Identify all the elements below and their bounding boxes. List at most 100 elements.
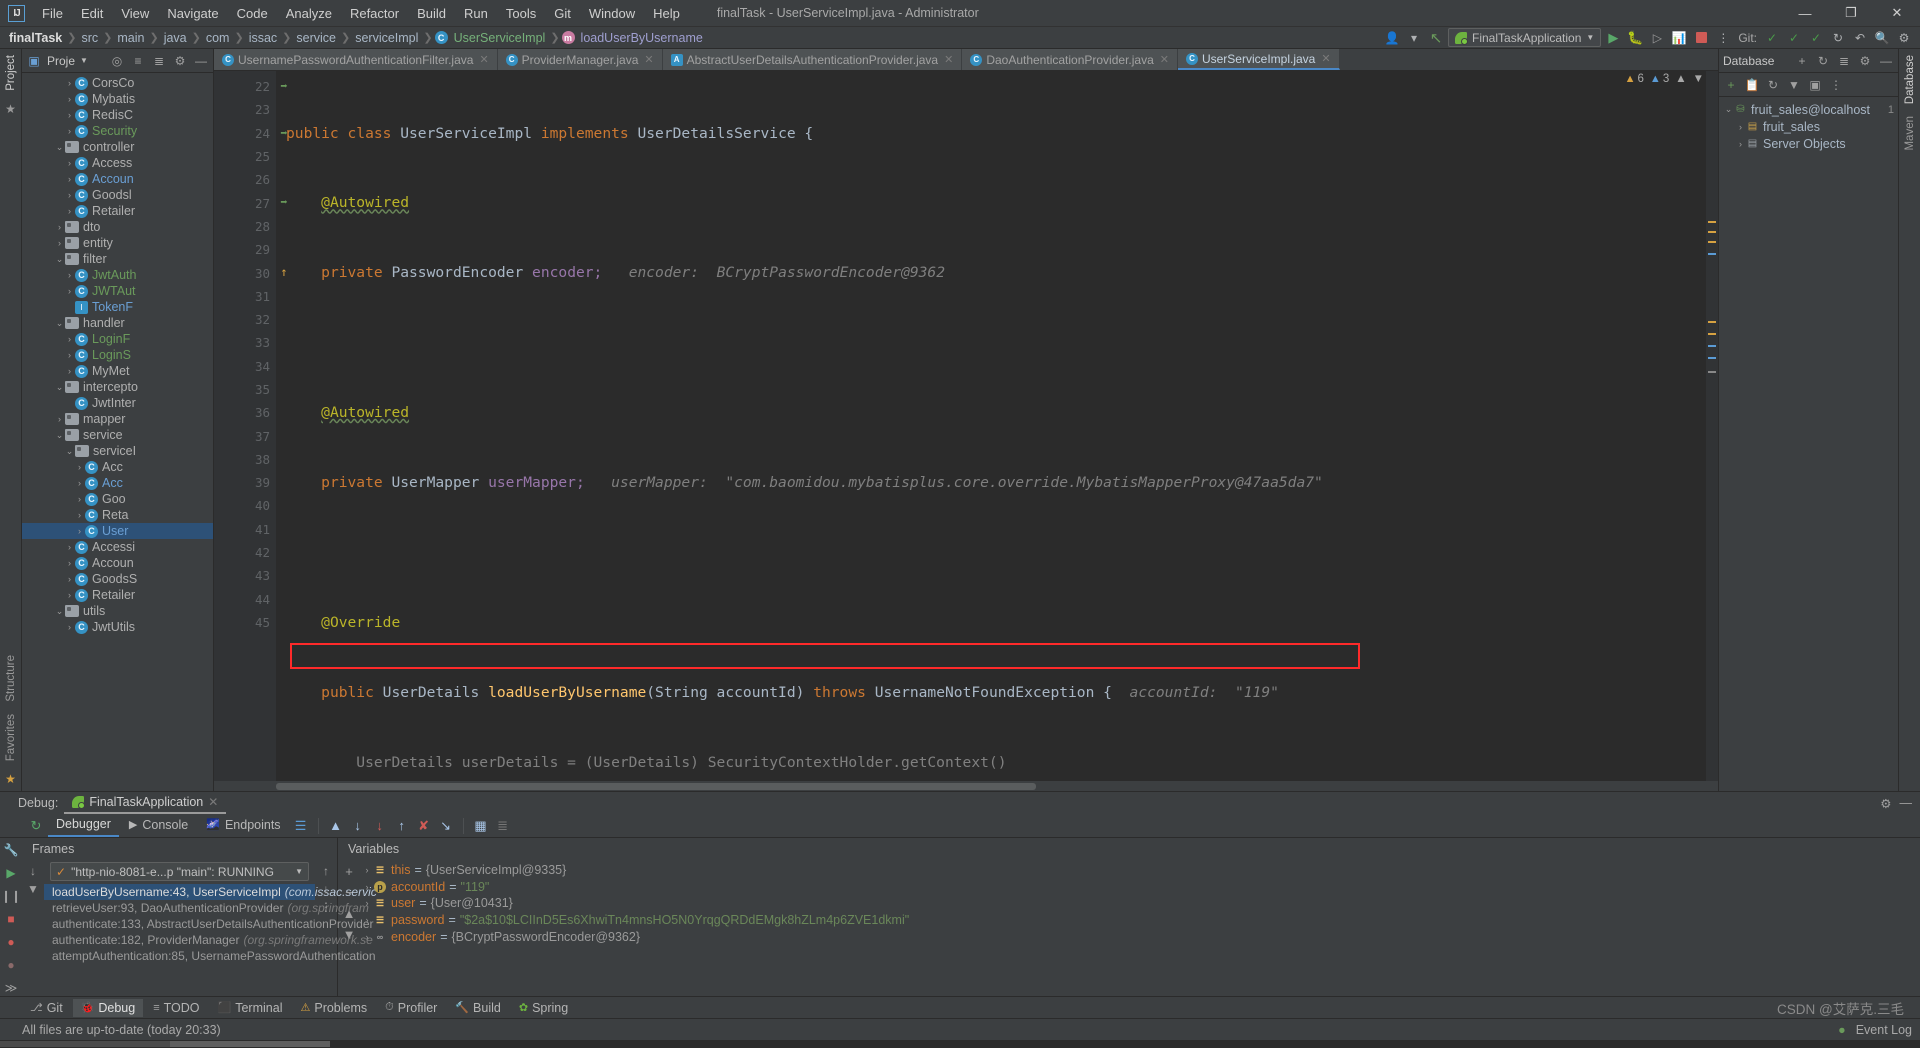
code-content[interactable]: public class UserServiceImpl implements … — [276, 71, 1706, 781]
project-tree-item[interactable]: › C Goodsl — [22, 187, 213, 203]
breadcrumb-src[interactable]: src — [78, 30, 101, 46]
chevron-right-icon[interactable]: › — [64, 206, 75, 216]
chevron-right-icon[interactable]: › — [360, 865, 374, 875]
tool-tab-database[interactable]: Database — [1901, 49, 1919, 110]
search-icon[interactable]: 🔍 — [1872, 28, 1892, 47]
chevron-down-icon[interactable]: ⌄ — [1723, 104, 1734, 115]
stop-icon[interactable]: ■ — [2, 911, 20, 926]
collapse-all-icon[interactable]: ≣ — [151, 53, 167, 69]
show-execution-point-icon[interactable]: ▲ — [326, 816, 346, 836]
gutter-line-number[interactable]: 40 — [214, 494, 276, 517]
gutter-line-number[interactable]: 27 ➡ — [214, 191, 288, 214]
hide-panel-icon[interactable]: — — [193, 53, 209, 69]
bottom-tool-strip[interactable]: ⎇ Git 🐞 Debug ≡ TODO ⬛ Terminal ⚠ Problems ⏱ Profil… — [0, 996, 1920, 1018]
menu-refactor[interactable]: Refactor — [341, 2, 408, 25]
variable-row[interactable]: › ☰ user = {User@10431} — [360, 895, 1920, 912]
menu-tools[interactable]: Tools — [497, 2, 545, 25]
project-tree-item[interactable]: › C Reta — [22, 507, 213, 523]
project-tree-item[interactable]: › C Retailer — [22, 587, 213, 603]
chevron-right-icon[interactable]: › — [64, 558, 75, 568]
refresh-icon[interactable]: ↻ — [1815, 53, 1831, 69]
project-tree-item[interactable]: ⌄ utils — [22, 603, 213, 619]
chevron-right-icon[interactable]: › — [54, 238, 65, 248]
tool-tab-structure[interactable]: Structure — [2, 649, 20, 708]
resume-icon[interactable]: ▶ — [2, 865, 20, 880]
star-icon[interactable]: ★ — [2, 770, 20, 788]
project-tree-item[interactable]: › mapper — [22, 411, 213, 427]
db-more-icon[interactable]: ⋮ — [1828, 77, 1844, 93]
step-over-icon[interactable]: ↓ — [348, 816, 368, 836]
close-icon[interactable]: ✕ — [644, 53, 653, 66]
chevron-right-icon[interactable]: › — [74, 462, 85, 472]
warning-marker[interactable] — [1708, 333, 1716, 335]
settings-gear-icon[interactable]: ⚙ — [1880, 796, 1891, 811]
project-tree-item[interactable]: › entity — [22, 235, 213, 251]
gutter-line-number[interactable]: 29 — [214, 238, 276, 261]
filter-icon[interactable]: ▼ — [27, 882, 39, 896]
force-step-into-icon[interactable]: ✘ — [414, 816, 434, 836]
stack-frame-item[interactable]: attemptAuthentication:85, UsernamePasswo… — [44, 948, 376, 964]
project-tree-item[interactable]: › C Mybatis — [22, 91, 213, 107]
db-console-icon[interactable]: ▣ — [1807, 77, 1823, 93]
project-tree-item[interactable]: › C LoginF — [22, 331, 213, 347]
stack-frame-item[interactable]: retrieveUser:93, DaoAuthenticationProvid… — [44, 900, 369, 916]
project-tree-item[interactable]: › C Retailer — [22, 203, 213, 219]
breadcrumb-method[interactable]: loadUserByUsername — [578, 30, 706, 46]
menu-help[interactable]: Help — [644, 2, 689, 25]
add-icon[interactable]: + — [1794, 53, 1810, 69]
gutter-line-number[interactable]: 38 — [214, 448, 276, 471]
event-log-label[interactable]: Event Log — [1856, 1023, 1912, 1037]
chevron-right-icon[interactable]: › — [64, 110, 75, 120]
menu-code[interactable]: Code — [228, 2, 277, 25]
database-tree-item[interactable]: › ▤ Server Objects — [1719, 135, 1898, 152]
gutter-line-number[interactable]: 41 — [214, 518, 276, 541]
editor-tab[interactable]: C DaoAuthenticationProvider.java ✕ — [962, 49, 1178, 70]
chevron-right-icon[interactable]: › — [64, 574, 75, 584]
chevron-right-icon[interactable]: › — [64, 542, 75, 552]
tool-tab-project[interactable]: Project — [2, 49, 20, 97]
variable-row[interactable]: › ☰ this = {UserServiceImpl@9335} — [360, 862, 1920, 879]
settings-gear-icon[interactable]: ⚙ — [1857, 53, 1873, 69]
gutter-line-number[interactable]: 33 — [214, 331, 276, 354]
remove-watch-icon[interactable]: − — [345, 885, 353, 900]
hide-panel-icon[interactable]: — — [1900, 796, 1913, 811]
database-tree[interactable]: ⌄ ⛁ fruit_sales@localhost 1 › ▤ fruit_sales › ▤ S… — [1719, 97, 1898, 152]
breadcrumb-serviceimpl[interactable]: serviceImpl — [352, 30, 421, 46]
project-tree-item[interactable]: › C CorsCo — [22, 75, 213, 91]
frames-list[interactable]: loadUserByUsername:43, UserServiceImpl (c… — [44, 884, 377, 964]
project-tree-item[interactable]: › C Accoun — [22, 171, 213, 187]
project-tree-item[interactable]: ⌄ service — [22, 427, 213, 443]
project-tree-item[interactable]: ⌄ intercepto — [22, 379, 213, 395]
breadcrumb-service[interactable]: service — [293, 30, 339, 46]
menu-git[interactable]: Git — [545, 2, 580, 25]
chevron-right-icon[interactable]: › — [360, 882, 374, 892]
stack-frame-item[interactable]: authenticate:133, AbstractUserDetailsAut… — [44, 916, 374, 932]
chevron-right-icon[interactable]: › — [54, 222, 65, 232]
gutter-line-number[interactable]: 26 — [214, 168, 276, 191]
chevron-down-icon[interactable]: ⌄ — [54, 606, 65, 617]
variable-row[interactable]: › ∞ encoder = {BCryptPasswordEncoder@9362} — [360, 928, 1920, 945]
add-watch-icon[interactable]: + — [345, 864, 353, 879]
database-tree-item[interactable]: › ▤ fruit_sales — [1719, 118, 1898, 135]
warning-marker[interactable] — [1708, 231, 1716, 233]
expand-all-icon[interactable]: ≡ — [130, 53, 146, 69]
project-tree-item[interactable]: C JwtInter — [22, 395, 213, 411]
project-tree-item[interactable]: › C JWTAut — [22, 283, 213, 299]
close-icon[interactable]: ✕ — [1160, 53, 1169, 66]
editor-horizontal-scrollbar[interactable] — [214, 781, 1718, 791]
chevron-down-icon[interactable]: ⌄ — [54, 142, 65, 153]
bottom-tool-spring[interactable]: ✿ Spring — [511, 999, 576, 1017]
bottom-tool-problems[interactable]: ⚠ Problems — [292, 999, 375, 1017]
gutter-line-number[interactable]: 32 — [214, 308, 276, 331]
project-tree[interactable]: › C CorsCo › C Mybatis › C RedisC › C Security ⌄ cont… — [22, 73, 213, 791]
menu-run[interactable]: Run — [455, 2, 497, 25]
chevron-right-icon[interactable]: › — [74, 510, 85, 520]
thread-selector[interactable]: ✓ "http-nio-8081-e...p "main": RUNNING ▼ — [50, 862, 309, 881]
db-add-icon[interactable]: + — [1723, 77, 1739, 93]
scrollbar-thumb[interactable] — [276, 783, 1036, 790]
breadcrumb-main[interactable]: main — [114, 30, 147, 46]
tab-console[interactable]: ▶ Console — [121, 816, 196, 836]
gutter-line-number[interactable]: 43 — [214, 564, 276, 587]
close-icon[interactable]: ✕ — [479, 53, 488, 66]
weak-warning-marker[interactable] — [1708, 345, 1716, 347]
